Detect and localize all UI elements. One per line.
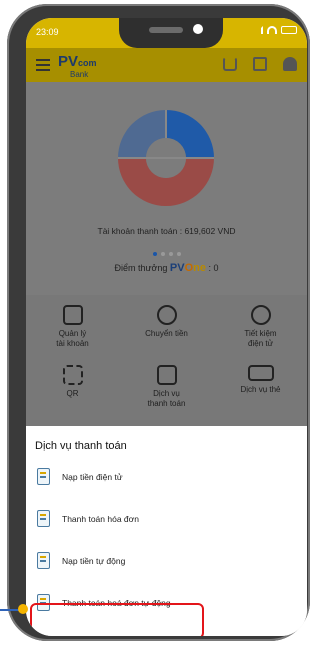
account-overview: Tài khoản thanh toán : 619,602 VND Điểm …: [26, 82, 307, 426]
brand-logo: PVcom Bank: [58, 53, 97, 79]
reward-points: Điểm thưởng PVOne : 0: [114, 262, 219, 274]
services-grid: Quản lý tài khoản Chuyển tiền Tiết kiệm …: [26, 295, 307, 426]
battery-icon: [281, 26, 297, 34]
annotation-pointer-line: [0, 609, 20, 611]
app-header: PVcom Bank: [26, 48, 307, 82]
service-account-management[interactable]: Quản lý tài khoản: [26, 305, 119, 349]
phone-frame: 23:09 PVcom Bank Tài khoản thanh toán: …: [7, 4, 310, 641]
account-balance: Tài khoản thanh toán : 619,602 VND: [97, 226, 236, 236]
piggy-bank-icon: [250, 305, 271, 325]
signal-icon: [253, 26, 263, 34]
annotation-pointer-dot: [18, 604, 28, 614]
phone-screen: 23:09 PVcom Bank Tài khoản thanh toán: …: [26, 18, 307, 636]
document-icon[interactable]: [253, 57, 267, 71]
status-icons: [253, 26, 297, 34]
carousel-dots: [26, 243, 307, 261]
service-transfer[interactable]: Chuyển tiền: [120, 305, 213, 339]
status-time: 23:09: [36, 27, 59, 37]
wallet-icon: [62, 305, 83, 325]
sheet-title: Dịch vụ thanh toán: [35, 440, 127, 452]
sheet-item-bill-payment[interactable]: Thanh toán hóa đơn: [26, 504, 307, 534]
highlight-box: [30, 603, 204, 636]
bill-icon: [37, 510, 50, 527]
service-payment[interactable]: Dịch vụ thanh toán: [120, 365, 213, 409]
transfer-icon: [156, 305, 177, 325]
card-icon: [247, 365, 274, 381]
menu-icon[interactable]: [36, 59, 50, 71]
bell-icon[interactable]: [283, 57, 297, 71]
sheet-item-auto-topup[interactable]: Nạp tiền tự động: [26, 546, 307, 576]
sheet-item-e-topup[interactable]: Nạp tiền điện tử: [26, 462, 307, 492]
balance-donut-chart: [118, 110, 214, 206]
service-e-savings[interactable]: Tiết kiệm điện tử: [214, 305, 307, 349]
payment-service-icon: [156, 365, 177, 385]
service-card[interactable]: Dịch vụ thẻ: [214, 365, 307, 395]
service-qr[interactable]: QR: [26, 365, 119, 399]
header-actions: [223, 57, 297, 71]
phone-notch: [119, 18, 223, 48]
payment-services-sheet: Dịch vụ thanh toán Nạp tiền điện tử Than…: [26, 426, 307, 636]
auto-topup-icon: [37, 552, 50, 569]
call-icon[interactable]: [223, 57, 237, 71]
wifi-icon: [267, 26, 277, 34]
phone-topup-icon: [37, 468, 50, 485]
qr-icon: [62, 365, 83, 385]
